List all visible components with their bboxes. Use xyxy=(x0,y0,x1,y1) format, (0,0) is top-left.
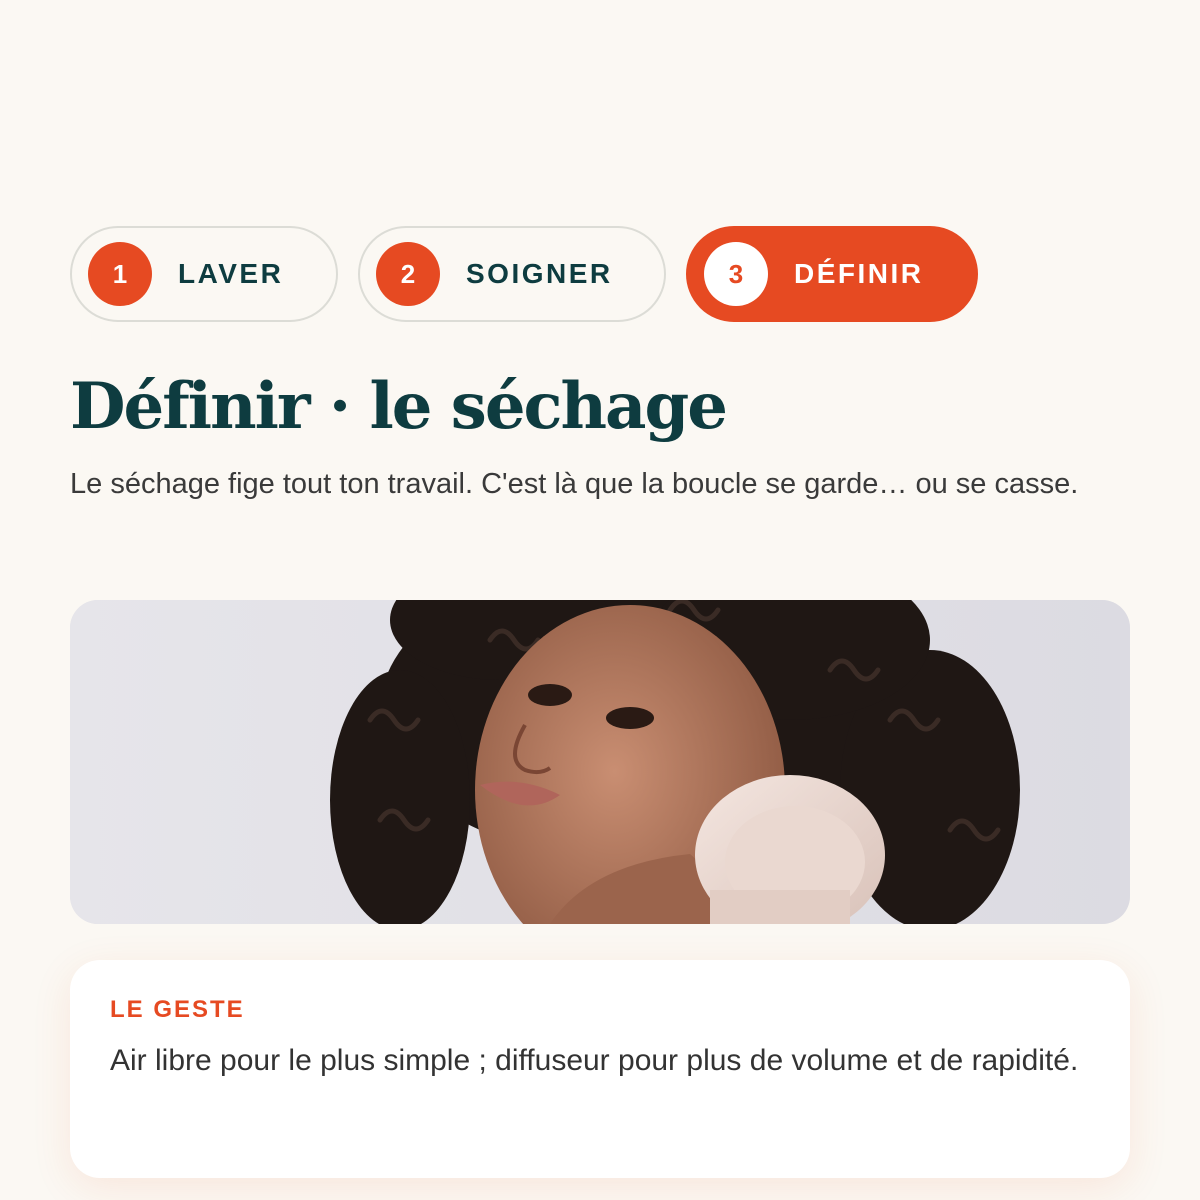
tip-text: Air libre pour le plus simple ; diffuseu… xyxy=(110,1044,1079,1077)
step-label: DÉFINIR xyxy=(794,258,924,289)
step-label: LAVER xyxy=(178,258,284,289)
page-subtitle: Le séchage fige tout ton travail. C'est … xyxy=(70,468,1079,500)
step-number-badge: 1 xyxy=(88,242,152,306)
tip-kicker: LE GESTE xyxy=(110,996,245,1023)
tip-card: LE GESTE Air libre pour le plus simple ;… xyxy=(70,960,1130,1178)
step-number-badge: 3 xyxy=(704,242,768,306)
woman-with-diffuser-illustration xyxy=(70,600,1130,924)
step-tab-laver[interactable]: 1 LAVER xyxy=(70,226,338,322)
step-label: SOIGNER xyxy=(466,258,613,289)
step-tab-definir[interactable]: 3 DÉFINIR xyxy=(686,226,978,322)
step-tab-soigner[interactable]: 2 SOIGNER xyxy=(358,226,666,322)
page-title: Définir · le séchage xyxy=(70,369,728,444)
hero-image xyxy=(70,600,1130,924)
step-number-badge: 2 xyxy=(376,242,440,306)
